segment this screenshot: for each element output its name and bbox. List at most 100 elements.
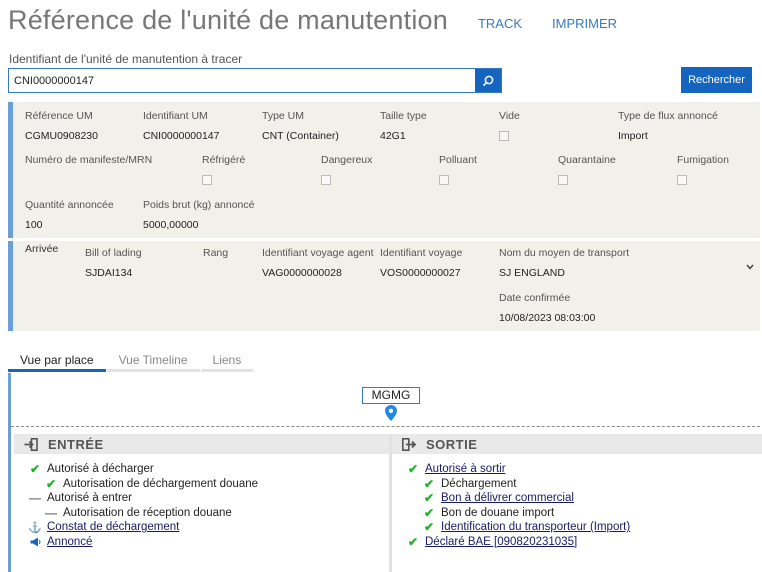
entree-header: ENTRÉE [14, 434, 389, 454]
item-label: Autorisé à entrer [47, 492, 133, 505]
detail-polluant: Polluant [439, 154, 477, 185]
entree-items: ✔ Autorisé à décharger ✔ Autorisation de… [14, 454, 389, 549]
autorise-sortir-link[interactable]: Autorisé à sortir [425, 463, 506, 475]
detail-identifiant-um: Identifiant UM CNI0000000147 [143, 110, 219, 142]
detail-dangereux: Dangereux [321, 154, 372, 185]
check-icon: ✔ [423, 505, 435, 520]
sign-in-icon [24, 437, 38, 451]
quarantaine-checkbox[interactable] [558, 175, 568, 185]
sign-out-icon [402, 437, 416, 451]
detail-poids-brut: Poids brut (kg) annoncé 5000,00000 [143, 199, 254, 231]
detail-label: Rang [203, 247, 229, 259]
tab-liens[interactable]: Liens [200, 350, 254, 372]
timeline-line [11, 426, 760, 427]
detail-label: Quantité annoncée [25, 199, 114, 211]
item-label: Autorisation de déchargement douane [63, 477, 259, 490]
arrival-confirmed-date: Date confirmée 10/08/2023 08:03:00 [499, 292, 595, 324]
arrival-title: Arrivée [25, 243, 58, 255]
detail-vide: Vide [499, 110, 520, 141]
detail-type-um: Type UM CNT (Container) [262, 110, 339, 142]
arrival-voyage-agent: Identifiant voyage agent VAG0000000028 [262, 247, 374, 279]
list-item: ✔ Autorisé à décharger [28, 462, 389, 477]
detail-label: Référence UM [25, 110, 93, 122]
detail-reference-um: Référence UM CGMU0908230 [25, 110, 98, 142]
print-link[interactable]: IMPRIMER [552, 16, 617, 31]
arrival-bill-of-lading: Bill of lading SJDAI134 [85, 247, 142, 279]
check-icon: ✔ [423, 491, 435, 506]
sortie-column: SORTIE ✔ Autorisé à sortir ✔ Déchargemen… [392, 434, 762, 572]
detail-label: Poids brut (kg) annoncé [143, 199, 255, 211]
dash-icon: — [29, 491, 41, 506]
constat-dechargement-link[interactable]: Constat de déchargement [47, 521, 179, 533]
arrival-title-text: Arrivée [25, 243, 59, 255]
search-label: Identifiant de l'unité de manutention à … [9, 52, 243, 66]
search-input[interactable] [9, 69, 475, 92]
item-label: Bon de douane import [441, 506, 555, 519]
declare-bae-link[interactable]: Déclaré BAE [090820231035] [425, 536, 577, 548]
detail-label: Date confirmée [499, 292, 571, 304]
list-item: ✔ Autorisé à sortir [406, 462, 762, 477]
arrival-panel[interactable]: Arrivée Bill of lading SJDAI134 Rang Ide… [8, 241, 760, 331]
detail-manifeste: Numéro de manifeste/MRN [25, 154, 152, 166]
detail-label: Identifiant voyage agent [262, 247, 374, 259]
detail-quantite: Quantité annoncée 100 [25, 199, 114, 231]
dangereux-checkbox[interactable] [321, 175, 331, 185]
megaphone-icon [28, 537, 42, 547]
bon-delivrer-link[interactable]: Bon à délivrer commercial [441, 492, 574, 504]
identification-transporteur-link[interactable]: Identification du transporteur (Import) [441, 521, 630, 533]
search-icon-button[interactable] [475, 69, 501, 92]
place-tag[interactable]: MGMG [362, 387, 420, 404]
detail-label: Fumigation [677, 154, 729, 166]
detail-value: CNI0000000147 [143, 130, 220, 142]
detail-label: Quarantaine [558, 154, 616, 166]
view-tabs: Vue par place Vue Timeline Liens [8, 350, 254, 372]
detail-label: Réfrigéré [202, 154, 246, 166]
detail-quarantaine: Quarantaine [558, 154, 616, 185]
list-item: — Autorisation de réception douane [28, 506, 389, 521]
detail-label: Polluant [439, 154, 477, 166]
detail-fumigation: Fumigation [677, 154, 729, 185]
arrival-voyage: Identifiant voyage VOS0000000027 [380, 247, 462, 279]
chevron-down-icon[interactable] [746, 261, 754, 273]
detail-label: Numéro de manifeste/MRN [25, 154, 153, 166]
sortie-items: ✔ Autorisé à sortir ✔ Déchargement ✔ Bon… [392, 454, 762, 549]
check-icon: ✔ [423, 476, 435, 491]
list-item: — Autorisé à entrer [28, 491, 389, 506]
sortie-header: SORTIE [392, 434, 762, 454]
refrigere-checkbox[interactable] [202, 175, 212, 185]
tab-vue-timeline[interactable]: Vue Timeline [106, 350, 200, 372]
detail-taille-type: Taille type 42G1 [380, 110, 427, 142]
unit-details-panel: Référence UM CGMU0908230 Identifiant UM … [8, 102, 760, 238]
fumigation-checkbox[interactable] [677, 175, 687, 185]
detail-refrigere: Réfrigéré [202, 154, 245, 185]
search-box [8, 68, 502, 93]
place-view: MGMG ENTRÉE ✔ Autorisé à décharger ✔ Aut… [8, 373, 762, 572]
search-button[interactable]: Rechercher [681, 67, 752, 93]
detail-label: Taille type [380, 110, 427, 122]
track-link[interactable]: TRACK [478, 16, 522, 31]
sortie-title: SORTIE [426, 436, 478, 452]
detail-label: Type de flux annoncé [618, 110, 718, 122]
detail-label: Nom du moyen de transport [499, 247, 630, 259]
detail-value: 42G1 [380, 130, 406, 142]
detail-value: SJ ENGLAND [499, 267, 565, 279]
detail-label: Dangereux [321, 154, 373, 166]
detail-value: CNT (Container) [262, 130, 339, 142]
tab-vue-par-place[interactable]: Vue par place [8, 350, 106, 372]
detail-value: VOS0000000027 [380, 267, 461, 279]
detail-value: 5000,00000 [143, 219, 199, 231]
entree-column: ENTRÉE ✔ Autorisé à décharger ✔ Autorisa… [14, 434, 389, 572]
detail-value: SJDAI134 [85, 267, 133, 279]
polluant-checkbox[interactable] [439, 175, 449, 185]
list-item: ✔ Bon de douane import [406, 506, 762, 521]
detail-value: CGMU0908230 [25, 130, 98, 142]
check-icon: ✔ [45, 476, 57, 491]
check-icon: ✔ [407, 462, 419, 477]
detail-value: VAG0000000028 [262, 267, 342, 279]
detail-value: 10/08/2023 08:03:00 [499, 312, 596, 324]
check-icon: ✔ [407, 534, 419, 549]
annonce-link[interactable]: Annoncé [47, 536, 92, 548]
list-item: ✔ Déclaré BAE [090820231035] [406, 535, 762, 550]
detail-label: Type UM [262, 110, 305, 122]
vide-checkbox[interactable] [499, 131, 509, 141]
